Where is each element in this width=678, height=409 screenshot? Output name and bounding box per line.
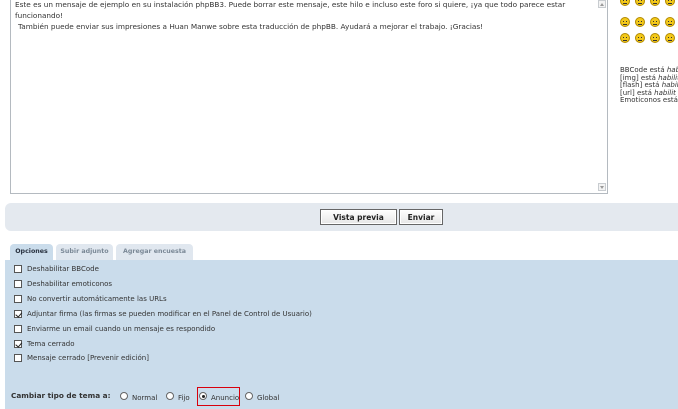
smiley-cool-icon[interactable] (635, 17, 645, 27)
radio-label-sticky: Fijo (178, 394, 190, 402)
options-panel: Deshabilitar BBCode Deshabilitar emotico… (5, 260, 678, 409)
smiley-exclamation-icon[interactable] (620, 33, 630, 43)
smiley-surprised-icon[interactable] (665, 0, 675, 6)
lock-topic-checkbox[interactable] (14, 340, 22, 348)
option-label: Enviarme un email cuando un mensaje es r… (27, 325, 216, 333)
message-line-1: Este es un mensaje de ejemplo en su inst… (15, 0, 568, 20)
smiley-confused-icon[interactable] (650, 17, 660, 27)
tab-options[interactable]: Opciones (10, 244, 53, 260)
smiley-grin-icon[interactable] (620, 17, 630, 27)
option-label: No convertir automáticamente las URLs (27, 295, 167, 303)
smiley-smile-icon[interactable] (620, 0, 630, 6)
option-label: Deshabilitar emoticonos (27, 280, 113, 288)
smiley-wink-icon[interactable] (635, 0, 645, 6)
disable-bbcode-checkbox[interactable] (14, 265, 22, 273)
bbcode-status-info: BBCode está hab [img] está habilit [flas… (620, 66, 678, 105)
disable-smilies-checkbox[interactable] (14, 280, 22, 288)
announce-highlight-box (197, 387, 240, 406)
topic-type-label: Cambiar tipo de tema a: (11, 391, 111, 400)
emoticons-status-line: Emoticonos está (620, 96, 678, 104)
option-label: Deshabilitar BBCode (27, 265, 99, 273)
lock-post-checkbox[interactable] (14, 354, 22, 362)
radio-normal[interactable] (120, 392, 128, 400)
scroll-up-arrow-icon[interactable] (598, 0, 606, 8)
tab-poll[interactable]: Agregar encuesta (116, 244, 193, 260)
radio-label-global: Global (257, 394, 280, 402)
smiley-sad-icon[interactable] (650, 0, 660, 6)
scroll-down-arrow-icon[interactable] (598, 183, 606, 191)
editor-area: Este es un mensaje de ejemplo en su inst… (0, 0, 678, 200)
smiley-arrow-icon[interactable] (665, 33, 675, 43)
smiley-razz-icon[interactable] (665, 17, 675, 27)
option-label: Tema cerrado (27, 340, 75, 348)
smiley-idea-icon[interactable] (650, 33, 660, 43)
notify-checkbox[interactable] (14, 325, 22, 333)
attach-signature-checkbox[interactable] (14, 310, 22, 318)
preview-button[interactable]: Vista previa (320, 209, 397, 225)
radio-label-normal: Normal (132, 394, 158, 402)
message-line-2: También puede enviar sus impresiones a H… (18, 22, 484, 31)
radio-global[interactable] (245, 392, 253, 400)
option-label: Mensaje cerrado [Prevenir edición] (27, 354, 149, 362)
send-button[interactable]: Enviar (399, 209, 443, 225)
tab-attach[interactable]: Subir adjunto (56, 244, 113, 260)
smiley-question-icon[interactable] (635, 33, 645, 43)
disable-magic-url-checkbox[interactable] (14, 295, 22, 303)
radio-sticky[interactable] (166, 392, 174, 400)
message-textarea[interactable]: Este es un mensaje de ejemplo en su inst… (10, 0, 608, 194)
message-text: Este es un mensaje de ejemplo en su inst… (11, 0, 607, 32)
option-label: Adjuntar firma (las firmas se pueden mod… (27, 310, 312, 318)
submit-button-bar: Vista previa Enviar (5, 203, 678, 231)
